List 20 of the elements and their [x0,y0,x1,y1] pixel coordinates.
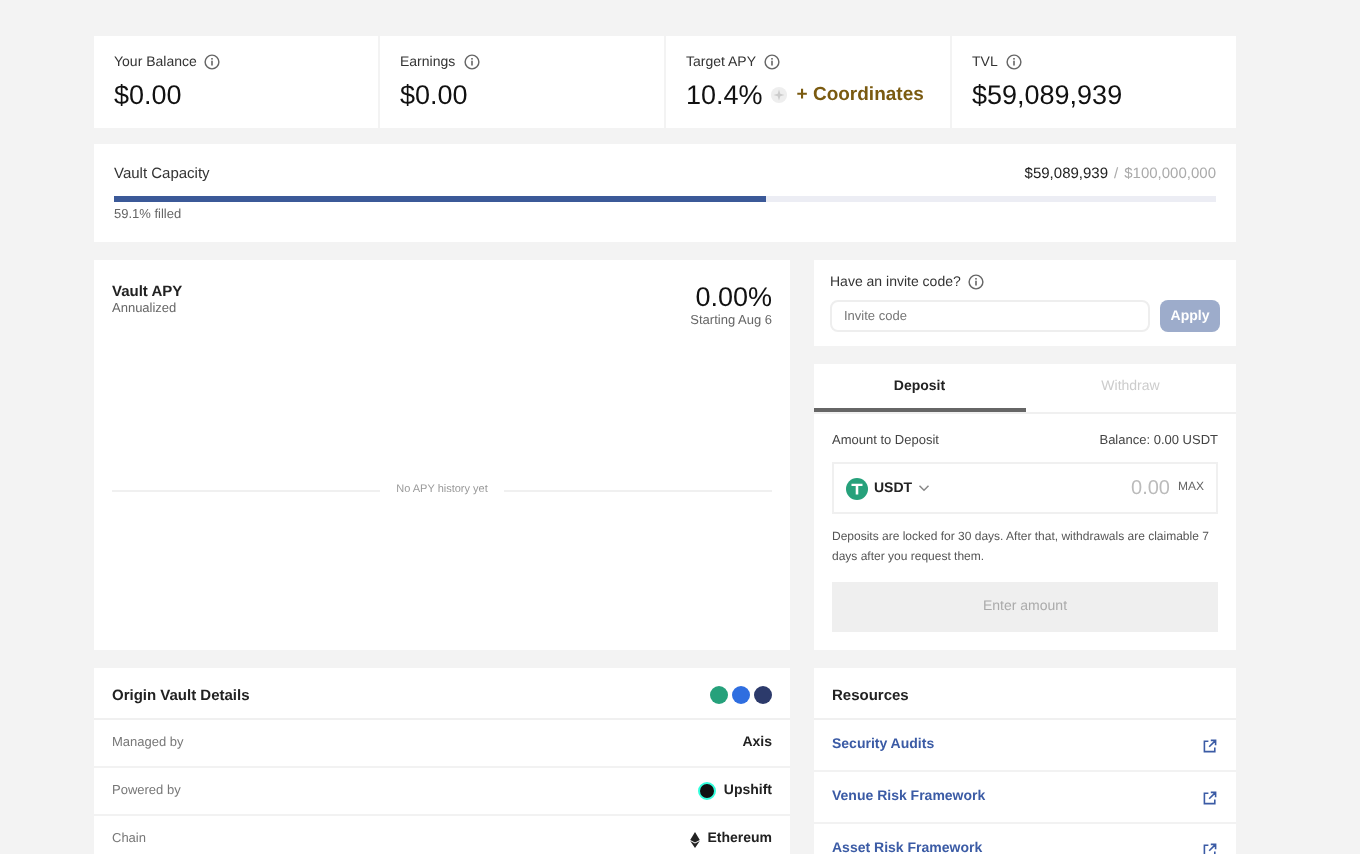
info-icon[interactable] [204,54,221,70]
info-icon[interactable] [968,274,985,290]
stat-value: $0.00 [114,80,182,110]
stat-value: $59,089,939 [972,80,1123,110]
info-icon[interactable] [1005,54,1022,70]
apy-value: 0.00% [695,282,772,312]
amount-value: 0.00 [1131,477,1170,499]
bonus-label: + Coordinates [796,84,924,106]
external-link-icon[interactable] [1202,841,1218,854]
info-icon[interactable] [764,54,781,70]
stat-value: $0.00 [400,80,468,110]
stat-value: 10.4% [686,80,763,110]
caret-icon [918,484,931,492]
external-link-icon[interactable] [1202,789,1218,805]
logo-icon [697,782,716,800]
tether-icon [846,477,868,499]
sparkle-icon [770,86,789,104]
info-icon[interactable] [463,54,480,70]
diamond-icon [689,831,700,847]
external-link-icon[interactable] [1202,737,1218,753]
